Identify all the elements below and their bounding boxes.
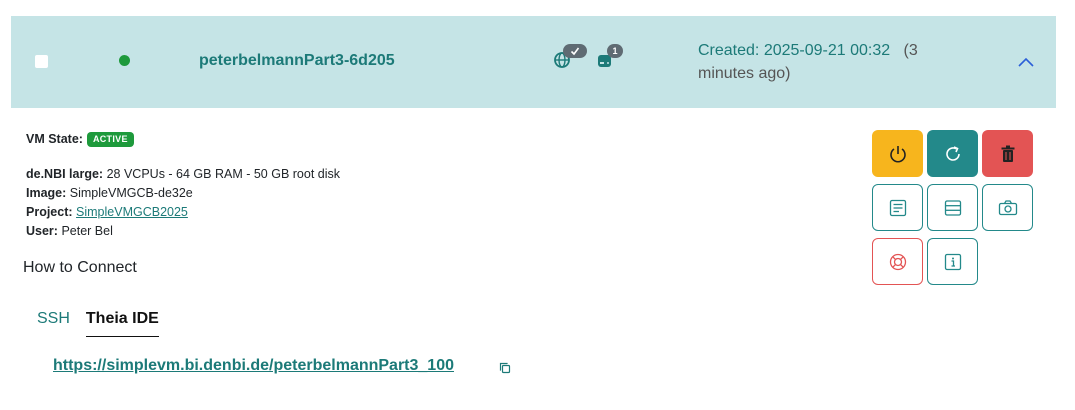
view-log-button[interactable] bbox=[872, 184, 923, 231]
project-link[interactable]: SimpleVMGCB2025 bbox=[76, 205, 188, 219]
camera-icon bbox=[998, 199, 1017, 215]
info-icon bbox=[944, 253, 961, 270]
volume-indicator: 1 bbox=[597, 44, 623, 73]
log-icon bbox=[889, 199, 906, 216]
status-dot bbox=[119, 55, 130, 66]
user-value: Peter Bel bbox=[61, 224, 113, 238]
power-icon bbox=[889, 145, 906, 162]
project-line: Project: SimpleVMGCB2025 bbox=[26, 203, 340, 222]
flavor-value: 28 VCPUs - 64 GB RAM - 50 GB root disk bbox=[106, 167, 341, 181]
restart-icon bbox=[945, 145, 960, 161]
chevron-up-icon[interactable] bbox=[1016, 55, 1036, 69]
restart-vm-button[interactable] bbox=[927, 130, 978, 177]
copy-icon[interactable] bbox=[499, 362, 511, 374]
how-to-connect-heading: How to Connect bbox=[23, 259, 137, 276]
stop-vm-button[interactable] bbox=[872, 130, 923, 177]
image-line: Image: SimpleVMGCB-de32e bbox=[26, 184, 340, 203]
connect-tabs: SSH Theia IDE bbox=[37, 310, 159, 337]
vm-state-line: VM State: ACTIVE bbox=[26, 130, 340, 149]
project-label: Project: bbox=[26, 205, 73, 219]
tab-ssh[interactable]: SSH bbox=[37, 310, 70, 337]
created-timestamp: Created: 2025-09-21 00:32 (3 minutes ago… bbox=[698, 39, 948, 85]
theia-ide-link[interactable]: https://simplevm.bi.denbi.de/peterbelman… bbox=[53, 357, 454, 375]
status-badge: ACTIVE bbox=[86, 132, 134, 147]
user-label: User: bbox=[26, 224, 58, 238]
select-vm-checkbox[interactable] bbox=[35, 55, 48, 68]
volumes-button[interactable] bbox=[927, 184, 978, 231]
tab-theia-ide[interactable]: Theia IDE bbox=[85, 310, 159, 337]
info-button[interactable] bbox=[927, 238, 978, 285]
rescue-button[interactable] bbox=[872, 238, 923, 285]
vm-details: VM State: ACTIVE de.NBI large: 28 VCPUs … bbox=[26, 130, 340, 241]
delete-vm-button[interactable] bbox=[982, 130, 1033, 177]
check-badge bbox=[563, 44, 587, 58]
check-icon bbox=[570, 47, 580, 56]
user-line: User: Peter Bel bbox=[26, 222, 340, 241]
server-icon bbox=[944, 199, 961, 216]
vm-name[interactable]: peterbelmannPart3-6d205 bbox=[199, 52, 395, 70]
created-label: Created: 2025-09-21 00:32 bbox=[698, 42, 891, 59]
image-value: SimpleVMGCB-de32e bbox=[69, 186, 193, 200]
state-label: VM State: bbox=[26, 132, 83, 146]
snapshot-button[interactable] bbox=[982, 184, 1033, 231]
image-label: Image: bbox=[26, 186, 67, 200]
trash-icon bbox=[1001, 145, 1014, 162]
flavor-label: de.NBI large: bbox=[26, 167, 104, 181]
flavor-line: de.NBI large: 28 VCPUs - 64 GB RAM - 50 … bbox=[26, 165, 340, 184]
vm-header-row[interactable]: peterbelmannPart3-6d205 1 Created: 2025-… bbox=[11, 16, 1056, 108]
lifebuoy-icon bbox=[889, 253, 906, 270]
volume-count-badge: 1 bbox=[607, 44, 623, 58]
public-access-indicator bbox=[553, 44, 587, 73]
